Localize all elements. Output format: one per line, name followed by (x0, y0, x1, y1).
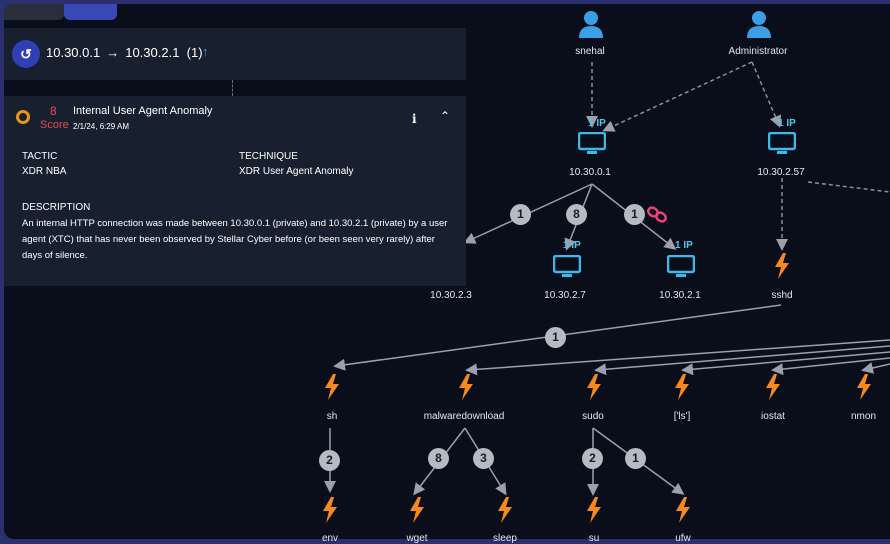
process-label: sshd (771, 290, 793, 301)
host-label: 10.30.2.1 (659, 290, 701, 301)
process-bolt-icon[interactable] (497, 497, 513, 523)
technique-value: XDR User Agent Anomaly (239, 166, 354, 177)
process-label: malwaredownload (423, 411, 505, 422)
description-text: An internal HTTP connection was made bet… (22, 218, 448, 261)
process-bolt-icon[interactable] (458, 374, 474, 400)
edge-count[interactable]: 2 (319, 450, 340, 471)
score-label: Score (40, 119, 69, 131)
refresh-icon[interactable]: ↺ (12, 40, 40, 68)
process-bolt-icon[interactable] (765, 374, 781, 400)
edge-count[interactable]: 1 (510, 204, 531, 225)
path-count: (1) (186, 45, 203, 60)
edge-count[interactable]: 8 (428, 448, 449, 469)
score-value: 8 (50, 104, 57, 118)
ip-count-badge: 1 IP (588, 118, 606, 129)
edge-count[interactable]: 1 (545, 327, 566, 348)
description-header: DESCRIPTION (22, 202, 91, 213)
process-bolt-icon[interactable] (324, 374, 340, 400)
link-icon (647, 206, 667, 223)
path-header: ↺ 10.30.0.1 → 10.30.2.1 (1) ↑ (4, 28, 466, 80)
ip-count-badge: 1 IP (778, 118, 796, 129)
host-label: 10.30.2.3 (430, 290, 472, 301)
path-destination: 10.30.2.1 (125, 45, 180, 60)
path-source: 10.30.0.1 (46, 45, 101, 60)
process-bolt-icon[interactable] (856, 374, 872, 400)
technique-header: TECHNIQUE (239, 151, 298, 162)
user-icon[interactable] (578, 10, 604, 38)
chevron-up-icon[interactable]: ⌃ (440, 109, 450, 123)
score-icon (16, 110, 30, 124)
ip-count-badge: 1 IP (563, 240, 581, 251)
process-bolt-icon[interactable] (409, 497, 425, 523)
path-summary: 10.30.0.1 → 10.30.2.1 (1) (46, 45, 203, 60)
event-card: 8 Score Internal User Agent Anomaly 2/1/… (4, 96, 466, 286)
host-label: 10.30.2.7 (544, 290, 586, 301)
event-title: Internal User Agent Anomaly (73, 105, 213, 117)
edge-count[interactable]: 3 (473, 448, 494, 469)
process-bolt-icon[interactable] (586, 497, 602, 523)
computer-icon[interactable] (667, 255, 695, 279)
edge-count[interactable]: 2 (582, 448, 603, 469)
computer-icon[interactable] (553, 255, 581, 279)
host-label: 10.30.2.57 (757, 167, 805, 178)
arrow-right-icon: → (106, 45, 120, 60)
host-label: 10.30.0.1 (569, 167, 611, 178)
edge-count[interactable]: 1 (625, 448, 646, 469)
arrow-up-icon[interactable]: ↑ (202, 44, 209, 59)
user-label: snehal (575, 46, 605, 57)
process-label: sh (326, 411, 338, 422)
info-icon[interactable]: i (412, 112, 417, 126)
process-bolt-icon[interactable] (674, 374, 690, 400)
ip-count-badge: 1 IP (675, 240, 693, 251)
process-bolt-icon[interactable] (586, 374, 602, 400)
computer-icon[interactable] (768, 132, 796, 156)
divider (232, 80, 233, 96)
edge-count[interactable]: 1 (624, 204, 645, 225)
user-icon[interactable] (746, 10, 772, 38)
process-label: nmon (850, 411, 876, 422)
user-label: Administrator (728, 46, 788, 57)
tactic-value: XDR NBA (22, 166, 67, 177)
process-bolt-icon[interactable] (774, 253, 790, 279)
edge-count[interactable]: 8 (566, 204, 587, 225)
event-timestamp: 2/1/24, 6:29 AM (73, 122, 130, 131)
computer-icon[interactable] (578, 132, 606, 156)
tactic-header: TACTIC (22, 151, 58, 162)
process-bolt-icon[interactable] (675, 497, 691, 523)
process-bolt-icon[interactable] (322, 497, 338, 523)
